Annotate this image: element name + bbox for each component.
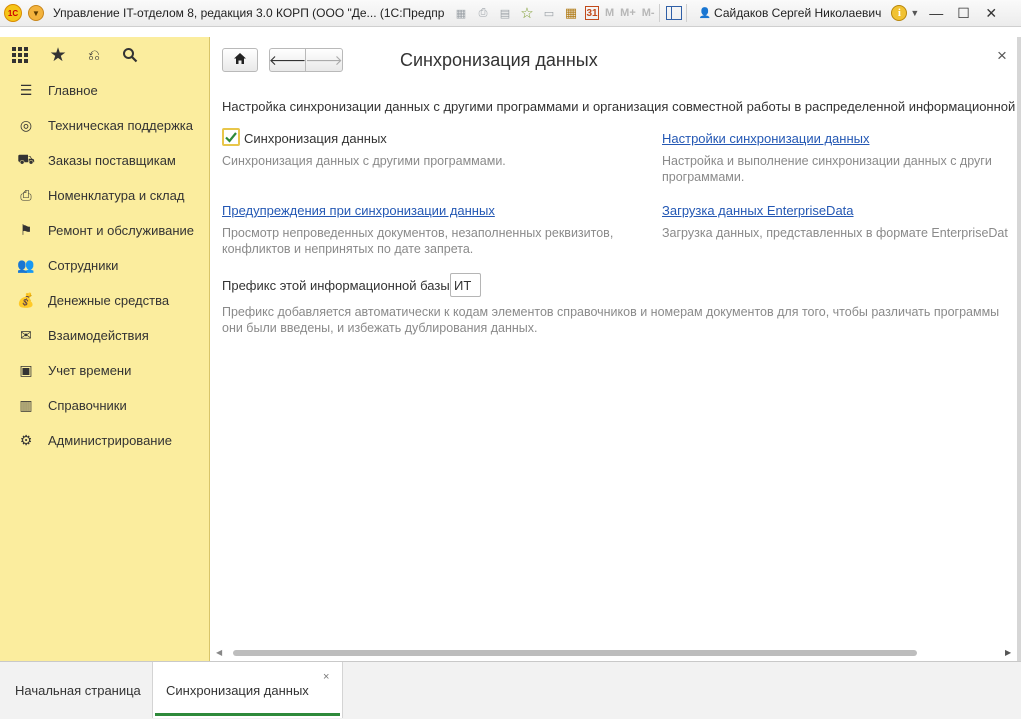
sidebar-item-label: Заказы поставщикам [48, 153, 176, 168]
sync-checkbox[interactable] [222, 128, 240, 146]
sidebar-item-inventory[interactable]: ⎙ Номенклатура и склад [0, 178, 210, 213]
sync-checkbox-label[interactable]: Синхронизация данных [244, 131, 387, 146]
separator [658, 4, 660, 22]
sync-settings-link[interactable]: Настройки синхронизации данных [662, 131, 870, 146]
prefix-description: Префикс добавляется автоматически к кода… [222, 305, 1000, 335]
sync-warnings-link[interactable]: Предупреждения при синхронизации данных [222, 203, 495, 218]
chevron-down-icon[interactable]: ▼ [910, 8, 919, 18]
truck-icon: ⛟ [17, 151, 35, 167]
search-icon[interactable] [120, 45, 140, 65]
sidebar-item-administration[interactable]: ⚙ Администрирование [0, 423, 210, 458]
sidebar-item-main[interactable]: ☰ Главное [0, 73, 210, 108]
sidebar-item-label: Техническая поддержка [48, 118, 193, 133]
maximize-button[interactable]: ☐ [957, 5, 970, 22]
memory-button[interactable]: M [605, 7, 614, 19]
sidebar-item-interactions[interactable]: ✉ Взаимодействия [0, 318, 210, 353]
sidebar-item-label: Главное [48, 83, 98, 98]
panels-icon[interactable] [665, 6, 682, 20]
enterprise-data-description: Загрузка данных, представленных в формат… [662, 226, 1008, 240]
sidebar-item-orders[interactable]: ⛟ Заказы поставщикам [0, 143, 210, 178]
nav-list: ☰ Главное ◎ Техническая поддержка ⛟ Зака… [0, 73, 210, 458]
calculator-icon[interactable]: ▦ [563, 5, 579, 21]
enterprise-data-link[interactable]: Загрузка данных EnterpriseData [662, 203, 854, 218]
home-button[interactable] [222, 48, 258, 72]
sidebar-item-label: Сотрудники [48, 258, 119, 273]
sidebar-item-label: Справочники [48, 398, 127, 413]
window-edge [1017, 37, 1021, 661]
arrow-right-icon: 🡒 [305, 51, 343, 68]
sidebar-item-timesheet[interactable]: ▣ Учет времени [0, 353, 210, 388]
sidebar-item-label: Администрирование [48, 433, 172, 448]
separator [685, 4, 687, 22]
forward-button[interactable]: 🡒 [305, 48, 343, 72]
print-icon[interactable]: ⎙ [475, 5, 491, 21]
printer-icon: ⎙ [20, 187, 32, 203]
arrow-left-icon: 🡐 [268, 51, 307, 68]
sidebar-item-employees[interactable]: 👥 Сотрудники [0, 248, 210, 283]
sidebar-item-money[interactable]: 💰 Денежные средства [0, 283, 210, 318]
info-icon[interactable]: i [891, 5, 908, 21]
horizontal-scrollbar[interactable]: ◀ ▶ [211, 647, 1021, 659]
open-windows-bar: Начальная страница Синхронизация данных … [0, 661, 1021, 719]
user-icon: 👤 [698, 7, 712, 19]
history-icon[interactable]: ⎌ [84, 45, 104, 65]
scroll-left-icon[interactable]: ◀ [216, 648, 222, 657]
memory-minus-button[interactable]: M- [642, 7, 655, 19]
close-icon[interactable]: × [994, 47, 1010, 64]
sidebar-item-label: Взаимодействия [48, 328, 149, 343]
sync-description: Синхронизация данных с другими программа… [222, 154, 506, 168]
star-icon[interactable]: ★ [48, 45, 68, 66]
window-title: Управление IT-отделом 8, редакция 3.0 КО… [53, 6, 445, 20]
close-window-button[interactable]: ✕ [985, 5, 997, 22]
main-panel: 🡐 🡒 Синхронизация данных × Настройка син… [211, 37, 1021, 661]
page-title: Синхронизация данных [400, 50, 598, 70]
calendar-check-icon: ▣ [19, 362, 33, 378]
home-icon [233, 52, 247, 68]
memory-plus-button[interactable]: M+ [620, 7, 636, 19]
sidebar-item-references[interactable]: ▥ Справочники [0, 388, 210, 423]
user-name: Сайдаков Сергей Николаевич [714, 6, 882, 20]
main-menu-button[interactable]: ▼ [28, 5, 44, 21]
tab-home-page[interactable]: Начальная страница [0, 662, 153, 718]
minimize-button[interactable]: — [929, 5, 943, 21]
calendar-icon[interactable]: 31 [585, 6, 599, 20]
lifebuoy-icon: ◎ [19, 117, 33, 133]
hamburger-icon: ☰ [19, 82, 33, 98]
sidebar-item-label: Денежные средства [48, 293, 170, 308]
gear-icon: ⚙ [19, 432, 33, 448]
save-icon[interactable]: ▦ [453, 5, 469, 21]
tab-label: Синхронизация данных [166, 682, 309, 698]
sidebar-item-label: Ремонт и обслуживание [48, 223, 194, 238]
sidebar-item-support[interactable]: ◎ Техническая поддержка [0, 108, 210, 143]
apps-grid-icon[interactable] [10, 45, 30, 65]
race-flag-icon: ⚑ [19, 222, 33, 238]
sidebar-toolbar: ★ ⎌ [0, 37, 210, 73]
money-bag-icon: 💰 [17, 292, 35, 308]
title-bar: 1С ▼ Управление IT-отделом 8, редакция 3… [0, 0, 1021, 27]
tab-close-icon[interactable]: × [323, 671, 329, 683]
app-logo-icon: 1С [4, 4, 22, 22]
intro-text: Настройка синхронизации данных с другими… [222, 99, 1021, 114]
favorites-icon[interactable]: ☆ [519, 5, 535, 22]
prefix-label: Префикс этой информационной базы: [222, 278, 454, 293]
envelope-icon: ✉ [20, 327, 32, 343]
sync-warnings-description: Просмотр непроведенных документов, незап… [222, 226, 614, 256]
sidebar-item-repair[interactable]: ⚑ Ремонт и обслуживание [0, 213, 210, 248]
user-menu[interactable]: 👤 Сайдаков Сергей Николаевич [699, 6, 882, 20]
people-icon: 👥 [17, 257, 35, 273]
sync-settings-description: Настройка и выполнение синхронизации дан… [662, 154, 992, 184]
sidebar-item-label: Учет времени [48, 363, 132, 378]
scrollbar-thumb[interactable] [233, 650, 917, 656]
tab-label: Начальная страница [15, 682, 141, 698]
preview-icon[interactable]: ▤ [497, 5, 513, 21]
sidebar-item-label: Номенклатура и склад [48, 188, 185, 203]
books-icon: ▥ [19, 397, 33, 413]
tab-data-sync[interactable]: Синхронизация данных × [153, 662, 343, 718]
link-icon[interactable]: ▭ [541, 5, 557, 21]
back-button[interactable]: 🡐 [268, 48, 307, 72]
sidebar: ★ ⎌ ☰ Главное ◎ Техническая поддержка ⛟ … [0, 37, 210, 661]
prefix-input[interactable] [450, 273, 481, 297]
scroll-right-icon[interactable]: ▶ [1005, 648, 1011, 657]
